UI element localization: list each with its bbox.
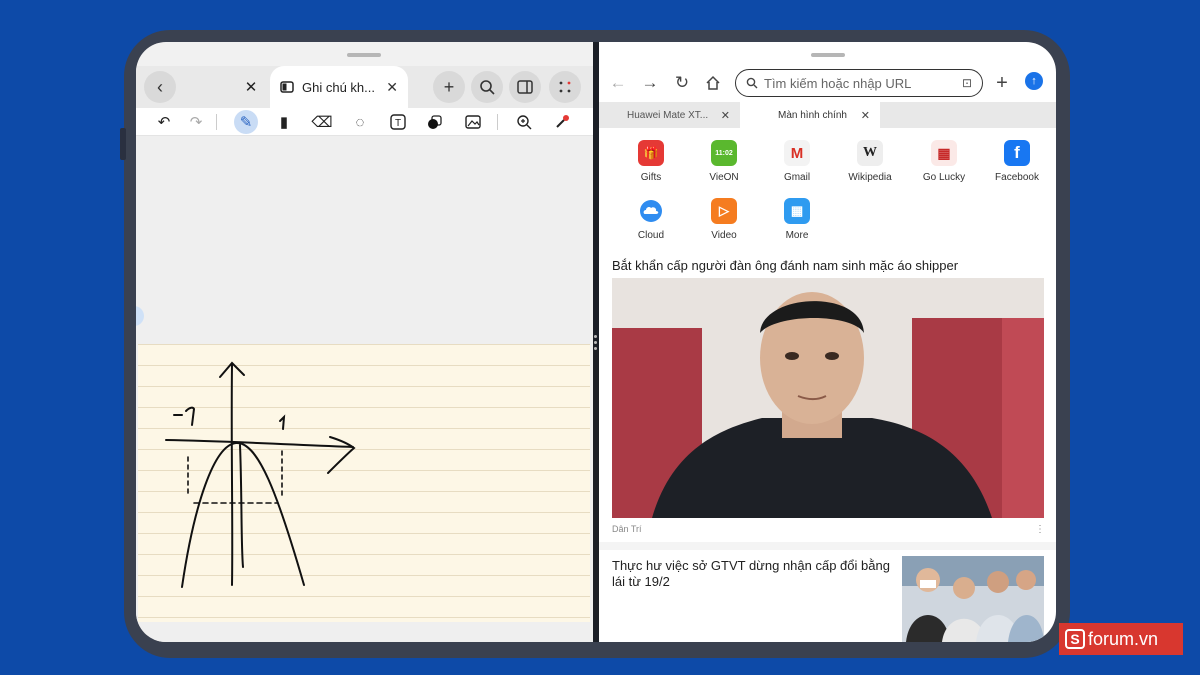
text-box-icon[interactable]: T [386,110,410,134]
browser-app: ← → ↻ Tìm kiếm hoặc nhập URL ⊡ + ↑ Huawe… [599,42,1056,642]
back-button[interactable]: ‹ [144,71,176,103]
vieon-icon: 11:02 [711,140,737,166]
article-headline[interactable]: Bắt khẩn cấp người đàn ông đánh nam sinh… [612,258,1042,273]
side-button [120,128,126,160]
shortcut-wikipedia[interactable]: W Wikipedia [840,140,900,183]
shape-icon[interactable] [423,110,447,134]
split-view-icon [517,80,533,94]
browser-tab-active[interactable]: Màn hình chính ✕ [740,102,880,128]
close-tab-icon[interactable]: ✕ [386,79,398,96]
shortcut-vieon[interactable]: 11:02 VieON [694,140,754,183]
undo-icon[interactable]: ↶ [152,110,176,134]
divider-grip [594,347,597,350]
shortcut-label: More [785,230,809,241]
url-search-input[interactable]: Tìm kiếm hoặc nhập URL ⊡ [735,69,983,97]
color-picker-icon[interactable] [550,110,574,134]
gmail-icon: M [784,140,810,166]
shortcut-label: Video [711,230,737,241]
tablet-screen: ‹ ✕ + Ghi chú kh... ✕ ↶ ↷ ✎ ▮ ⌫ ◌ T ← → … [136,42,1056,642]
scan-icon[interactable]: ⊡ [962,76,972,90]
drag-dots-icon [559,81,571,93]
shortcut-label: VieON [709,172,739,183]
logo-text: forum.vn [1088,628,1159,649]
new-note-button[interactable]: + [433,71,465,103]
more-vertical-icon[interactable]: ⋮ [1035,524,1045,535]
search-button[interactable] [471,71,503,103]
shortcut-facebook[interactable]: f Facebook [987,140,1047,183]
shortcut-gifts[interactable]: 🎁 Gifts [621,140,681,183]
new-tab-icon[interactable]: + [991,72,1013,94]
pen-icon[interactable]: ✎ [234,110,258,134]
feed-separator [599,542,1056,550]
close-tab-icon[interactable]: ✕ [861,109,870,122]
shortcut-label: Gmail [783,172,811,183]
notes-app: ‹ ✕ + Ghi chú kh... ✕ ↶ ↷ ✎ ▮ ⌫ ◌ T [136,42,593,642]
toolbar-divider [497,114,498,130]
url-placeholder: Tìm kiếm hoặc nhập URL [764,75,912,91]
grid-icon: ▦ [784,198,810,224]
split-view-button[interactable] [509,71,541,103]
close-window-button[interactable]: ✕ [239,75,263,99]
forum-logo: S forum.vn [1059,623,1183,655]
shortcut-video[interactable]: ▷ Video [694,198,754,241]
browser-tab-strip: Huawei Mate XT... ✕ Màn hình chính ✕ [599,102,1056,128]
note-canvas[interactable] [136,136,593,642]
toolbar-divider [216,114,217,130]
facebook-icon: f [1004,140,1030,166]
search-icon [480,80,495,95]
window-handle[interactable] [347,53,381,57]
plus-icon: + [443,76,455,97]
tab-title: Màn hình chính [778,109,847,121]
calendar-icon: ▦ [931,140,957,166]
logo-s-mark: S [1065,629,1085,649]
divider-grip [594,335,597,338]
marker-icon[interactable]: ▮ [272,110,296,134]
article-thumbnail[interactable] [902,556,1044,642]
reload-icon[interactable]: ↻ [671,72,693,94]
shortcut-go-lucky[interactable]: ▦ Go Lucky [914,140,974,183]
gift-icon: 🎁 [638,140,664,166]
back-arrow-icon[interactable]: ← [607,72,629,94]
note-icon [280,81,294,93]
forward-arrow-icon[interactable]: → [639,72,661,94]
tab-title: Huawei Mate XT... [627,109,709,121]
shortcut-cloud[interactable]: Cloud [621,198,681,241]
divider-grip [594,341,597,344]
shortcut-label: Gifts [640,172,662,183]
upload-icon[interactable]: ↑ [1025,72,1043,90]
redo-icon[interactable]: ↷ [184,110,208,134]
search-icon [746,77,758,89]
close-tab-icon[interactable]: ✕ [721,109,730,122]
shortcut-label: Wikipedia [848,172,892,183]
zoom-icon[interactable] [512,110,536,134]
shortcut-label: Facebook [995,172,1039,183]
drawing-toolbar: ↶ ↷ ✎ ▮ ⌫ ◌ T [136,108,593,136]
shortcut-more[interactable]: ▦ More [767,198,827,241]
note-tab-title: Ghi chú kh... [302,79,375,95]
browser-toolbar: ← → ↻ Tìm kiếm hoặc nhập URL ⊡ + ↑ [599,66,1056,100]
shortcut-label: Go Lucky [922,172,966,183]
article-source: Dân Trí [612,524,642,534]
svg-text:T: T [395,118,401,129]
image-icon[interactable] [461,110,485,134]
home-icon[interactable] [702,72,724,94]
chevron-left-icon: ‹ [157,76,163,97]
cloud-icon [638,198,664,224]
shortcut-label: Cloud [637,230,665,241]
wikipedia-icon: W [857,140,883,166]
video-play-icon: ▷ [711,198,737,224]
hand-drawn-sketch [165,361,356,588]
lasso-icon[interactable]: ◌ [348,110,372,134]
article-headline[interactable]: Thực hư việc sở GTVT dừng nhận cấp đổi b… [612,558,898,590]
browser-tab[interactable]: Huawei Mate XT... ✕ [599,102,740,128]
shortcut-gmail[interactable]: M Gmail [767,140,827,183]
more-options-button[interactable] [549,71,581,103]
window-handle[interactable] [811,53,845,57]
lined-paper[interactable] [138,344,590,622]
note-tab[interactable]: Ghi chú kh... ✕ [270,66,408,108]
eraser-icon[interactable]: ⌫ [310,110,334,134]
article-photo[interactable] [612,278,1044,518]
